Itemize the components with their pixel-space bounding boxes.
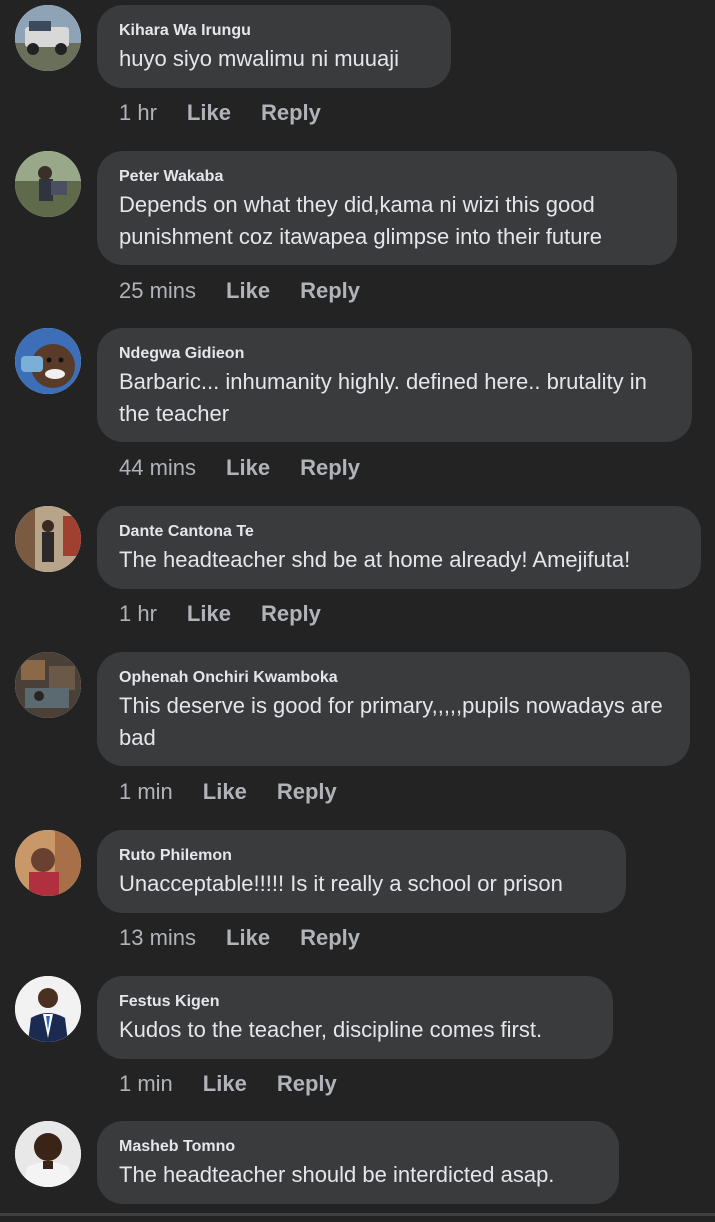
comment-author[interactable]: Kihara Wa Irungu: [119, 21, 429, 41]
comment-time[interactable]: 44 mins: [119, 455, 196, 480]
avatar[interactable]: [15, 5, 81, 71]
comment-author[interactable]: Festus Kigen: [119, 992, 591, 1012]
avatar[interactable]: [15, 151, 81, 217]
like-button[interactable]: Like: [203, 779, 247, 804]
reply-button[interactable]: Reply: [300, 278, 360, 303]
comment-bubble: Dante Cantona Te The headteacher shd be …: [97, 506, 701, 589]
comment-author[interactable]: Ophenah Onchiri Kwamboka: [119, 668, 668, 688]
comment-author[interactable]: Masheb Tomno: [119, 1137, 597, 1157]
avatar[interactable]: [15, 976, 81, 1042]
comment-bubble: Ndegwa Gidieon Barbaric... inhumanity hi…: [97, 328, 692, 442]
comment-author[interactable]: Ruto Philemon: [119, 846, 604, 866]
avatar[interactable]: [15, 830, 81, 896]
comment-actions: 1 hr Like Reply: [119, 99, 321, 127]
comment-bubble: Kihara Wa Irungu huyo siyo mwalimu ni mu…: [97, 5, 451, 88]
reply-button[interactable]: Reply: [277, 779, 337, 804]
comment-bubble: Peter Wakaba Depends on what they did,ka…: [97, 151, 677, 265]
avatar[interactable]: [15, 328, 81, 394]
avatar[interactable]: [15, 1121, 81, 1187]
reply-button[interactable]: Reply: [300, 455, 360, 480]
comment-actions: 13 mins Like Reply: [119, 924, 360, 952]
comment-text: This deserve is good for primary,,,,,pup…: [119, 693, 663, 750]
reply-button[interactable]: Reply: [277, 1071, 337, 1096]
comment-actions: 1 hr Like Reply: [119, 600, 321, 628]
like-button[interactable]: Like: [203, 1071, 247, 1096]
comment-time[interactable]: 25 mins: [119, 278, 196, 303]
reply-button[interactable]: Reply: [261, 100, 321, 125]
comment-actions: 1 min Like Reply: [119, 778, 337, 806]
like-button[interactable]: Like: [187, 100, 231, 125]
comment-actions: 25 mins Like Reply: [119, 277, 360, 305]
comment-author[interactable]: Peter Wakaba: [119, 167, 655, 187]
divider: [0, 1213, 715, 1216]
comment-author[interactable]: Ndegwa Gidieon: [119, 344, 670, 364]
comment-time[interactable]: 1 min: [119, 1071, 173, 1096]
reply-button[interactable]: Reply: [261, 601, 321, 626]
comment-time[interactable]: 13 mins: [119, 925, 196, 950]
comment-time[interactable]: 1 hr: [119, 601, 157, 626]
like-button[interactable]: Like: [226, 925, 270, 950]
comment-author[interactable]: Dante Cantona Te: [119, 522, 679, 542]
comment-text: huyo siyo mwalimu ni muuaji: [119, 46, 399, 71]
like-button[interactable]: Like: [187, 601, 231, 626]
reply-button[interactable]: Reply: [300, 925, 360, 950]
avatar[interactable]: [15, 506, 81, 572]
comment-text: Barbaric... inhumanity highly. defined h…: [119, 369, 647, 426]
comment-bubble: Ophenah Onchiri Kwamboka This deserve is…: [97, 652, 690, 766]
comment-time[interactable]: 1 min: [119, 779, 173, 804]
comment-text: Kudos to the teacher, discipline comes f…: [119, 1017, 543, 1042]
avatar[interactable]: [15, 652, 81, 718]
comment-bubble: Ruto Philemon Unacceptable!!!!! Is it re…: [97, 830, 626, 913]
comment-text: Unacceptable!!!!! Is it really a school …: [119, 871, 563, 896]
comment-bubble: Masheb Tomno The headteacher should be i…: [97, 1121, 619, 1204]
comment-text: The headteacher shd be at home already! …: [119, 547, 631, 572]
comment-actions: 44 mins Like Reply: [119, 454, 360, 482]
comment-text: Depends on what they did,kama ni wizi th…: [119, 192, 603, 249]
comment-bubble: Festus Kigen Kudos to the teacher, disci…: [97, 976, 613, 1059]
comment-actions: 1 min Like Reply: [119, 1070, 337, 1098]
like-button[interactable]: Like: [226, 455, 270, 480]
comment-time[interactable]: 1 hr: [119, 100, 157, 125]
like-button[interactable]: Like: [226, 278, 270, 303]
comment-text: The headteacher should be interdicted as…: [119, 1162, 555, 1187]
